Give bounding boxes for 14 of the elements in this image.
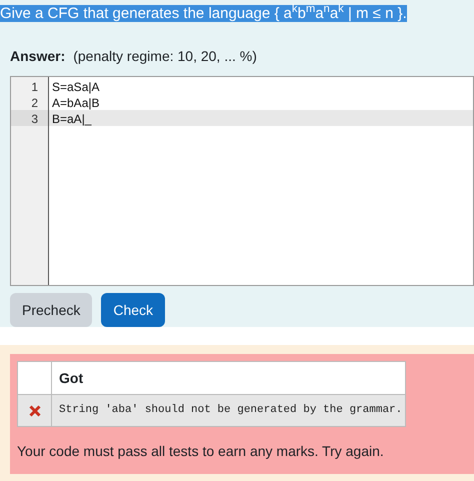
code-editor[interactable]: 1 2 3 S=aSa|A A=bAa|B B=aA|_ (10, 76, 474, 286)
code-line: S=aSa|A (51, 79, 100, 94)
line-number: 1 (30, 79, 39, 94)
penalty-text: (penalty regime: 10, 20, ... %) (73, 47, 257, 66)
feedback-message: Your code must pass all tests to earn any marks. Try again. (17, 442, 385, 461)
line-number: 3 (11, 110, 48, 126)
line-number: 2 (30, 95, 39, 110)
check-button[interactable]: Check (101, 293, 166, 327)
precheck-button[interactable]: Precheck (10, 293, 92, 327)
column-header: Got (52, 362, 406, 394)
question-text: Give a CFG that generates the language { a$^{k}$b$^{m}$a$^{n}$a$^{k}$ | m ≤ n }. (0, 5, 407, 22)
answer-label: Answer: (10, 47, 66, 66)
code-line: A=bAa|B (51, 95, 100, 110)
table-cell: String 'aba' should not be generated by the grammar. (52, 394, 406, 426)
